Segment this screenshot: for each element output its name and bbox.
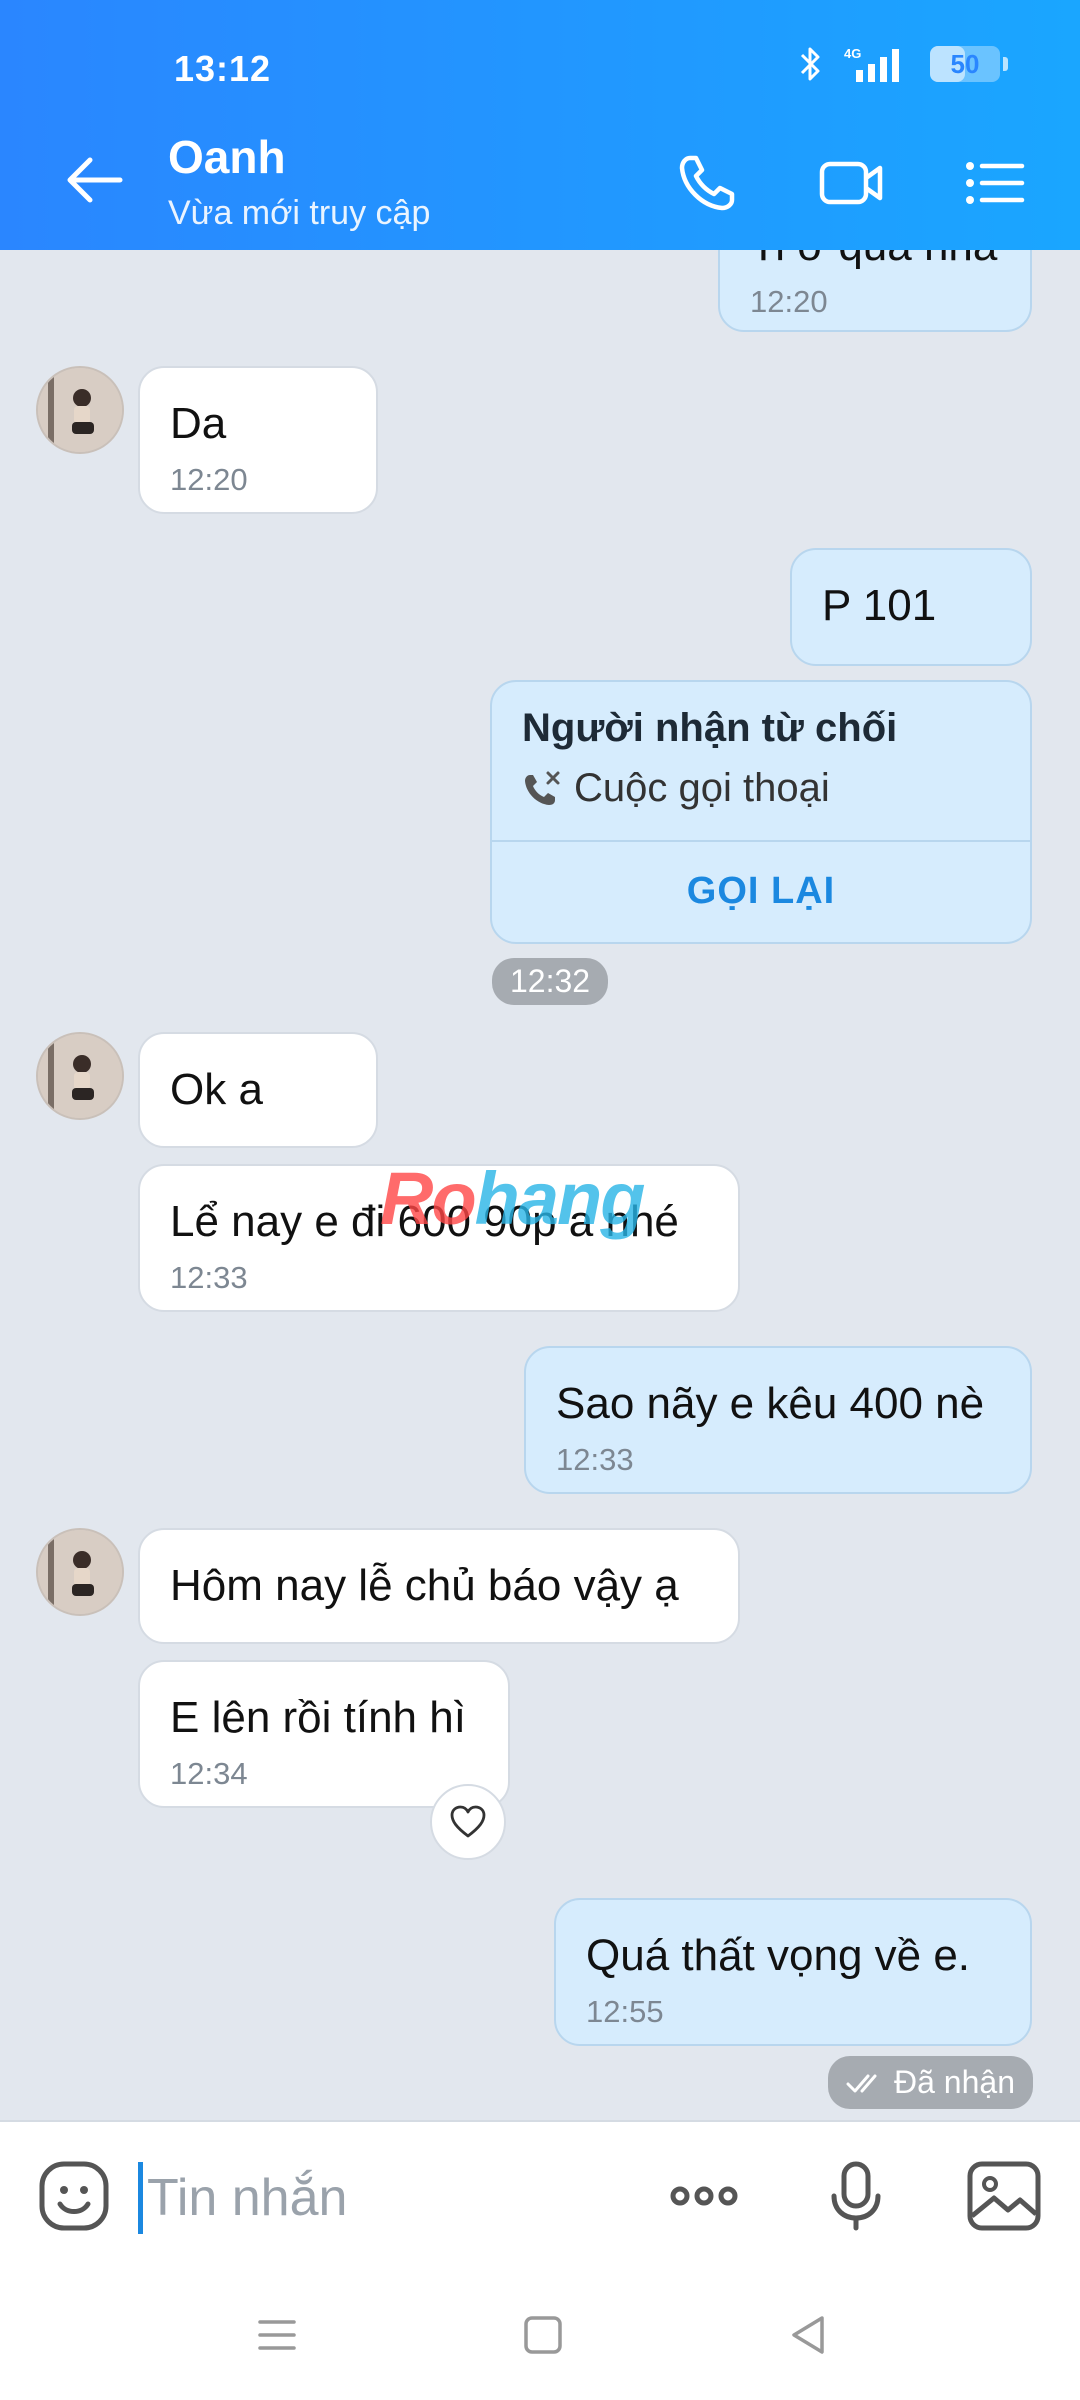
message-input[interactable] (138, 2162, 629, 2234)
avatar[interactable] (36, 366, 124, 454)
message-time: 12:20 (170, 462, 248, 497)
avatar-photo (38, 1530, 122, 1614)
contact-status: Vừa mới truy cập (168, 194, 431, 232)
message-time: 12:20 (750, 284, 828, 319)
home-icon[interactable] (518, 2310, 568, 2360)
network-type: 4G (844, 46, 861, 61)
time-separator: 12:32 (492, 958, 609, 1005)
message-bubble-incoming[interactable]: Da 12:20 (138, 366, 378, 514)
double-check-icon (846, 2074, 877, 2092)
system-navigation-bar (0, 2270, 1080, 2400)
message-text: Lể nay e đi 600 90p a nhé (170, 1197, 679, 1246)
message-list[interactable]: Ti ở quá nha 12:20 Da 12:20 P 101 Người … (0, 250, 1080, 2120)
message-bubble-outgoing[interactable]: Ti ở quá nha 12:20 (718, 250, 1032, 332)
menu-list-icon[interactable] (960, 148, 1030, 218)
battery-level-text: 50 (950, 48, 980, 79)
message-text: Da (170, 399, 227, 448)
message-bubble-incoming[interactable]: Hôm nay lễ chủ báo vậy ạ (138, 1528, 740, 1644)
call-type: Cuộc gọi thoại (522, 766, 830, 811)
message-time: 12:33 (556, 1442, 634, 1477)
video-call-icon[interactable] (816, 148, 886, 218)
message-text: Sao nãy e kêu 400 nè (556, 1379, 985, 1428)
chat-header: 13:12 4G 50 Oanh Vừa mới truy cập (0, 0, 1080, 250)
message-time: 12:55 (586, 1994, 664, 2029)
phone-icon[interactable] (672, 148, 742, 218)
message-bubble-outgoing[interactable]: Sao nãy e kêu 400 nè 12:33 (524, 1346, 1032, 1494)
message-text: Quá thất vọng về e. (586, 1931, 971, 1980)
declined-call-card[interactable]: Người nhận từ chối Cuộc gọi thoại GỌI LẠ… (490, 680, 1032, 944)
message-text: P 101 (822, 581, 937, 630)
react-button[interactable] (430, 1784, 506, 1860)
message-time: 12:33 (170, 1260, 248, 1295)
delivery-status-text: Đã nhận (894, 2064, 1015, 2100)
message-composer (0, 2120, 1080, 2272)
back-arrow-icon[interactable] (60, 150, 130, 210)
message-text: Ok a (170, 1065, 263, 1114)
back-nav-icon[interactable] (784, 2310, 834, 2360)
image-icon[interactable] (964, 2156, 1044, 2236)
message-bubble-outgoing[interactable]: Quá thất vọng về e. 12:55 (554, 1898, 1032, 2046)
status-icons: 4G 50 (796, 44, 1008, 84)
message-text: Ti ở quá nha (750, 250, 1000, 272)
bluetooth-icon (800, 47, 820, 81)
message-bubble-incoming[interactable]: Lể nay e đi 600 90p a nhé 12:33 (138, 1164, 740, 1312)
message-text: Hôm nay lễ chủ báo vậy ạ (170, 1561, 679, 1610)
call-back-button[interactable]: GỌI LẠI (492, 840, 1030, 942)
battery-indicator: 50 (930, 46, 1008, 82)
microphone-icon[interactable] (816, 2156, 896, 2236)
avatar-photo (38, 1034, 122, 1118)
avatar[interactable] (36, 1528, 124, 1616)
recent-apps-icon[interactable] (252, 2310, 302, 2360)
contact-name[interactable]: Oanh (168, 130, 286, 184)
call-type-label: Cuộc gọi thoại (574, 766, 830, 810)
status-time: 13:12 (174, 48, 272, 89)
declined-call-icon (525, 771, 560, 805)
call-status-title: Người nhận từ chối (522, 706, 898, 750)
message-text: E lên rồi tính hì (170, 1693, 466, 1742)
avatar[interactable] (36, 1032, 124, 1120)
message-bubble-incoming[interactable]: Ok a (138, 1032, 378, 1148)
emoji-icon[interactable] (34, 2156, 114, 2236)
heart-icon (450, 1805, 486, 1838)
message-time: 12:34 (170, 1756, 248, 1791)
delivery-status-badge: Đã nhận (828, 2056, 1033, 2109)
more-icon[interactable] (664, 2156, 744, 2236)
avatar-photo (38, 368, 122, 452)
message-bubble-outgoing[interactable]: P 101 (790, 548, 1032, 666)
signal-icon: 4G (844, 46, 899, 82)
